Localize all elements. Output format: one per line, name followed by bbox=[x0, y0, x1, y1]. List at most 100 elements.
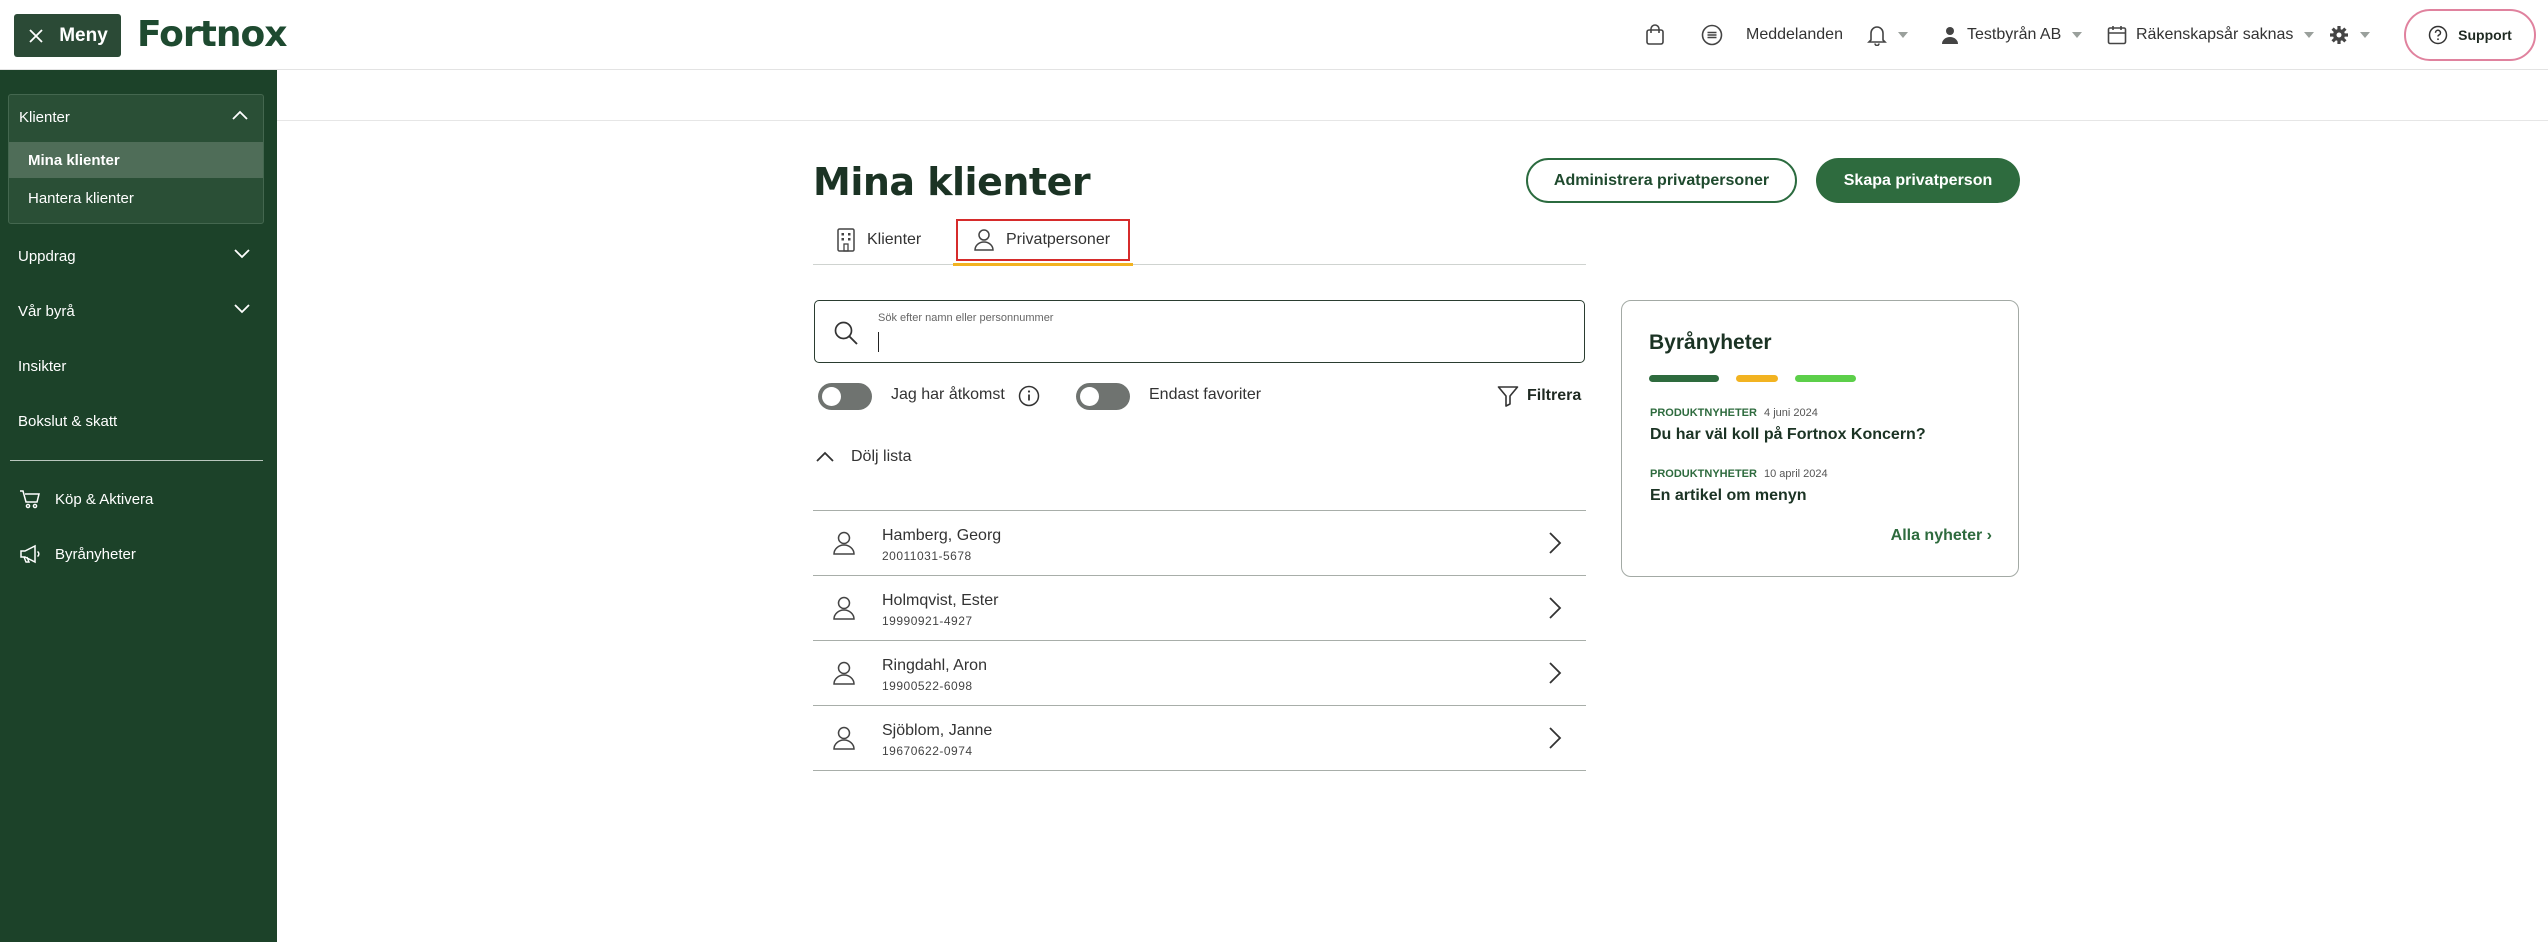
toggle-label: Endast favoriter bbox=[1149, 386, 1262, 403]
news-accent-bar bbox=[1795, 375, 1856, 382]
chevron-down-icon bbox=[234, 249, 250, 259]
news-accent-bar bbox=[1736, 375, 1778, 382]
chevron-down-icon bbox=[234, 304, 250, 314]
sidebar-item-label: Byrånyheter bbox=[55, 545, 136, 563]
sidebar-item-insikter[interactable]: Insikter bbox=[0, 346, 277, 386]
person-icon bbox=[833, 531, 855, 555]
shopping-bag-button[interactable] bbox=[1645, 20, 1665, 50]
news-title: Byrånyheter bbox=[1649, 331, 1772, 354]
chevron-up-icon bbox=[232, 110, 248, 120]
help-icon bbox=[2428, 25, 2448, 45]
chevron-down-icon bbox=[2304, 32, 2315, 38]
sidebar-item-hantera-klienter[interactable]: Hantera klienter bbox=[9, 180, 263, 216]
fiscal-year-selector[interactable]: Räkenskapsår saknas bbox=[2107, 20, 2315, 50]
messages-button[interactable]: Meddelanden bbox=[1701, 20, 1843, 50]
list-item[interactable]: Hamberg, Georg 20011031-5678 bbox=[813, 511, 1586, 576]
building-icon bbox=[837, 228, 855, 252]
info-icon[interactable] bbox=[1018, 385, 1040, 407]
search-icon bbox=[834, 321, 858, 345]
search-field[interactable]: Sök efter namn eller personnummer bbox=[814, 300, 1585, 363]
company-label: Testbyrån AB bbox=[1967, 26, 2062, 43]
sidebar-item-kop-aktivera[interactable]: Köp & Aktivera bbox=[0, 479, 277, 519]
news-tag: PRODUKTNYHETER bbox=[1650, 468, 1757, 480]
menu-label: Meny bbox=[59, 24, 108, 46]
person-icon bbox=[833, 726, 855, 750]
news-link[interactable]: Du har väl koll på Fortnox Koncern? bbox=[1650, 426, 1926, 444]
filter-label: Filtrera bbox=[1527, 387, 1582, 404]
chevron-right-icon bbox=[1549, 727, 1562, 749]
news-link[interactable]: En artikel om menyn bbox=[1650, 487, 1807, 505]
fiscal-year-label: Räkenskapsår saknas bbox=[2136, 26, 2294, 43]
client-name: Hamberg, Georg bbox=[882, 527, 1002, 544]
company-selector[interactable]: Testbyrån AB bbox=[1942, 20, 2083, 50]
search-input[interactable] bbox=[878, 330, 1558, 352]
sidebar-item-uppdrag[interactable]: Uppdrag bbox=[0, 236, 277, 276]
search-label: Sök efter namn eller personnummer bbox=[878, 312, 1054, 324]
filter-button[interactable]: Filtrera bbox=[1497, 385, 1581, 407]
news-meta: PRODUKTNYHETER 10 april 2024 bbox=[1650, 468, 1828, 480]
chevron-down-icon bbox=[2072, 32, 2083, 38]
person-icon bbox=[974, 229, 994, 251]
sidebar-group-klienter: Klienter Mina klienter Hantera klienter bbox=[8, 94, 264, 224]
news-meta: PRODUKTNYHETER 4 juni 2024 bbox=[1650, 407, 1818, 419]
chevron-up-icon bbox=[816, 451, 834, 462]
list-item[interactable]: Sjöblom, Janne 19670622-0974 bbox=[813, 706, 1586, 771]
tab-klienter[interactable]: Klienter bbox=[837, 219, 921, 261]
menu-button[interactable]: Meny bbox=[14, 14, 121, 57]
news-date: 4 juni 2024 bbox=[1764, 407, 1818, 419]
sidebar-divider bbox=[10, 460, 263, 461]
tab-privatpersoner[interactable]: Privatpersoner bbox=[956, 219, 1130, 261]
sidebar-item-var-byra[interactable]: Vår byrå bbox=[0, 291, 277, 331]
page-title: Mina klienter bbox=[813, 160, 1091, 204]
tab-bar: Klienter Privatpersoner bbox=[813, 215, 1586, 266]
shopping-cart-icon bbox=[20, 490, 40, 509]
sidebar: Klienter Mina klienter Hantera klienter … bbox=[0, 70, 277, 942]
text-cursor bbox=[878, 332, 879, 352]
chevron-right-icon bbox=[1549, 532, 1562, 554]
close-icon bbox=[29, 28, 43, 43]
content-divider bbox=[277, 120, 2548, 121]
administrera-privatpersoner-button[interactable]: Administrera privatpersoner bbox=[1526, 158, 1797, 203]
sidebar-group-title: Klienter bbox=[19, 108, 70, 126]
hide-list-toggle[interactable]: Dölj lista bbox=[815, 448, 911, 466]
news-card: Byrånyheter PRODUKTNYHETER 4 juni 2024 D… bbox=[1621, 300, 2019, 577]
settings-button[interactable] bbox=[2329, 20, 2370, 50]
messages-label: Meddelanden bbox=[1746, 26, 1843, 43]
all-news-link[interactable]: Alla nyheter › bbox=[1891, 527, 1992, 545]
sidebar-item-mina-klienter[interactable]: Mina klienter bbox=[9, 142, 263, 178]
sidebar-item-label: Uppdrag bbox=[18, 247, 76, 265]
client-pnr: 19900522-6098 bbox=[882, 679, 973, 693]
sidebar-item-byranyheter[interactable]: Byrånyheter bbox=[0, 534, 277, 574]
calendar-icon bbox=[2107, 26, 2127, 45]
messages-icon bbox=[1701, 24, 1723, 46]
news-accent-bar bbox=[1649, 375, 1719, 382]
sidebar-item-label: Bokslut & skatt bbox=[18, 412, 118, 430]
list-item[interactable]: Holmqvist, Ester 19990921-4927 bbox=[813, 576, 1586, 641]
sidebar-item-label: Vår byrå bbox=[18, 302, 75, 320]
top-header: Meny Fortnox Meddelanden Testbyrån AB Rä… bbox=[0, 0, 2548, 70]
sidebar-item-bokslut-skatt[interactable]: Bokslut & skatt bbox=[0, 401, 277, 441]
client-name: Holmqvist, Ester bbox=[882, 592, 999, 609]
client-list: Hamberg, Georg 20011031-5678 Holmqvist, … bbox=[813, 510, 1586, 771]
active-tab-indicator bbox=[953, 263, 1133, 266]
client-pnr: 19990921-4927 bbox=[882, 614, 973, 628]
client-pnr: 20011031-5678 bbox=[882, 549, 972, 563]
chevron-right-icon bbox=[1549, 662, 1562, 684]
support-label: Support bbox=[2458, 27, 2512, 43]
chevron-right-icon bbox=[1549, 597, 1562, 619]
notifications-button[interactable] bbox=[1867, 20, 1908, 50]
support-button[interactable]: Support bbox=[2404, 9, 2536, 61]
toggle-endast-favoriter[interactable] bbox=[1076, 383, 1130, 410]
sidebar-group-toggle[interactable]: Klienter bbox=[9, 95, 263, 139]
sidebar-item-label: Insikter bbox=[18, 357, 67, 375]
skapa-privatperson-button[interactable]: Skapa privatperson bbox=[1816, 158, 2020, 203]
client-name: Ringdahl, Aron bbox=[882, 657, 987, 674]
fortnox-logo[interactable]: Fortnox bbox=[137, 14, 287, 55]
filter-icon bbox=[1497, 386, 1519, 407]
sidebar-item-label: Köp & Aktivera bbox=[55, 490, 154, 508]
client-pnr: 19670622-0974 bbox=[882, 744, 973, 758]
list-item[interactable]: Ringdahl, Aron 19900522-6098 bbox=[813, 641, 1586, 706]
toggle-jag-har-atkomst[interactable] bbox=[818, 383, 872, 410]
client-name: Sjöblom, Janne bbox=[882, 722, 993, 739]
news-tag: PRODUKTNYHETER bbox=[1650, 407, 1757, 419]
